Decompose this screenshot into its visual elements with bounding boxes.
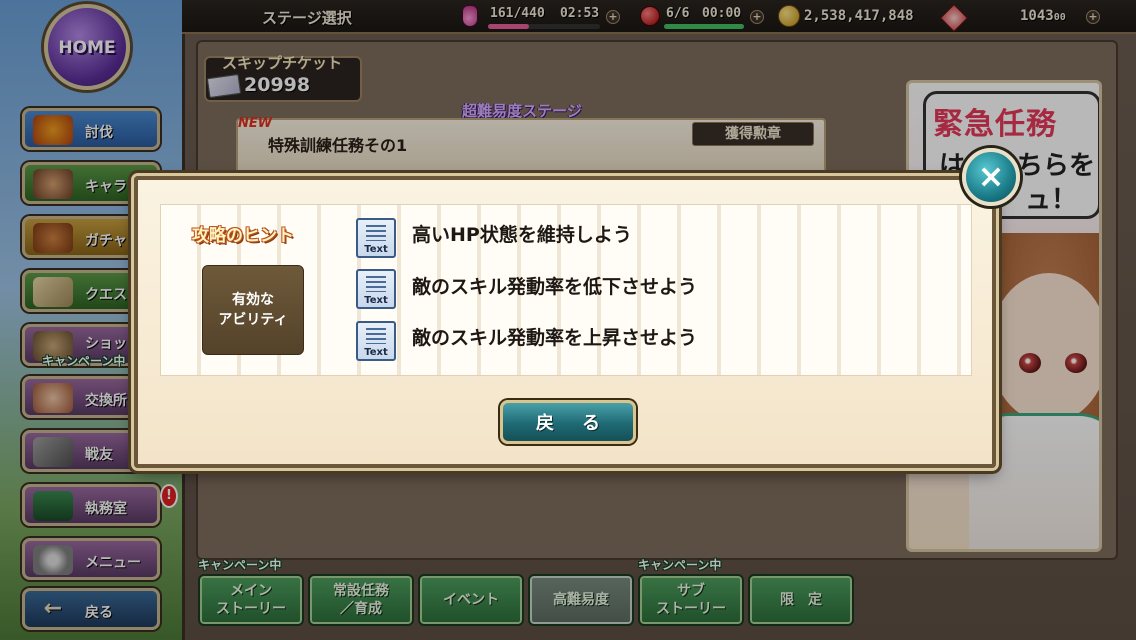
document-lines — [366, 276, 386, 292]
close-icon[interactable]: × — [962, 148, 1020, 206]
icon-text-label: Text — [364, 347, 388, 358]
text-document-icon: Text — [356, 269, 396, 309]
document-lines — [366, 328, 386, 344]
text-document-icon: Text — [356, 218, 396, 258]
hint-item-1: 高いHP状態を維持しよう — [412, 224, 632, 246]
hint-item-2: 敵のスキル発動率を低下させよう — [412, 276, 698, 298]
hint-dialog-title: 攻略のヒント — [192, 226, 294, 246]
icon-text-label: Text — [364, 295, 388, 306]
text-document-icon: Text — [356, 321, 396, 361]
hint-item-3: 敵のスキル発動率を上昇させよう — [412, 327, 698, 349]
document-lines — [366, 225, 386, 241]
dialog-back-button[interactable]: 戻る — [500, 400, 636, 444]
effective-ability-label: 有効な アビリティ — [202, 265, 304, 355]
icon-text-label: Text — [364, 244, 388, 255]
ability-label-line-1: 有効な — [232, 292, 274, 308]
ability-label-line-2: アビリティ — [218, 312, 288, 328]
